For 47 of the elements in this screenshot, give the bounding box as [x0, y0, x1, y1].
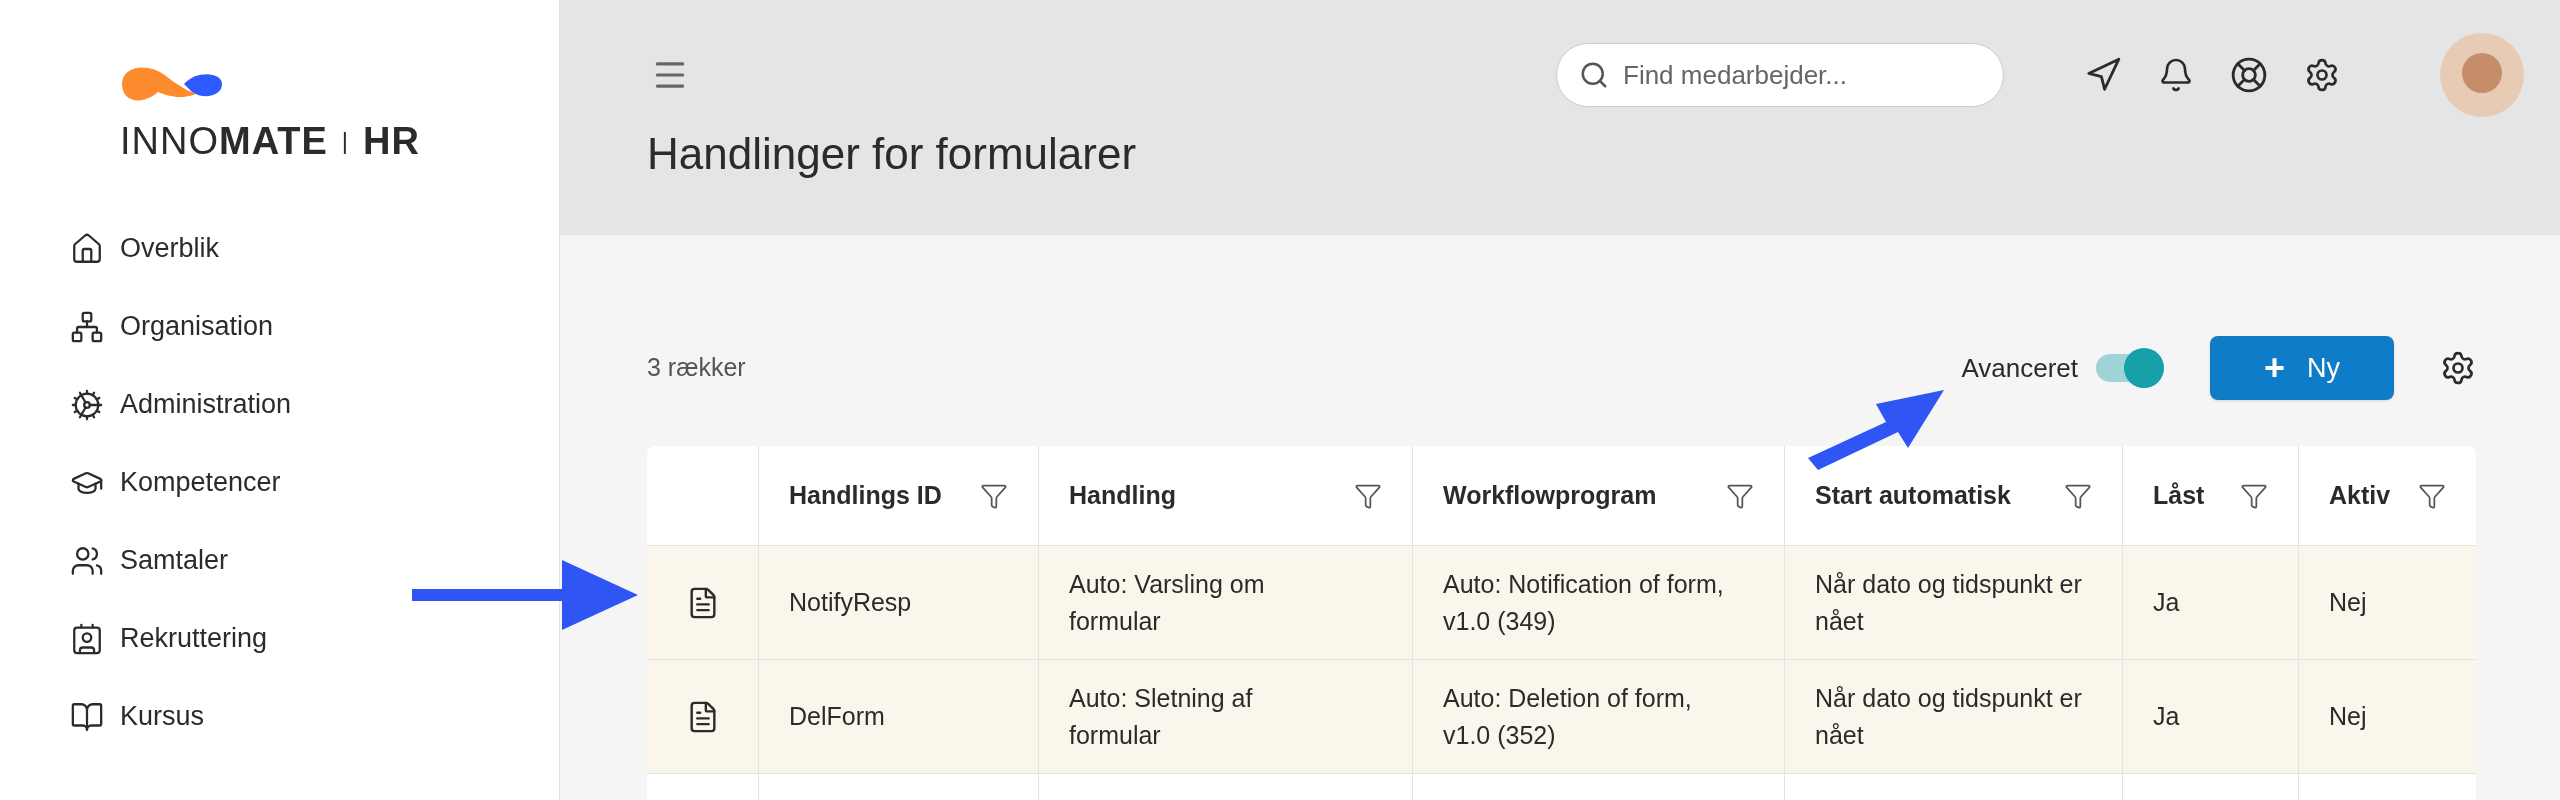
- sidebar-item[interactable]: Organisation: [70, 304, 559, 349]
- table-row[interactable]: NotifyResp Auto: Varsling om formular Auto: Notification of form, v1.0 (349) Når dato og tidspunkt er nået Ja Nej: [647, 546, 2476, 660]
- sidebar-item[interactable]: Overblik: [70, 226, 559, 271]
- column-header[interactable]: Handlings ID: [789, 476, 942, 515]
- column-header[interactable]: Låst: [2153, 476, 2205, 515]
- settings-icon[interactable]: [2440, 350, 2476, 386]
- table-row[interactable]: DelForm Auto: Sletning af formular Auto: Deletion of form, v1.0 (352) Når dato og tidspunkt er nået Ja Nej: [647, 660, 2476, 774]
- toggle-label: Avanceret: [1961, 351, 2078, 385]
- gear-icon: [70, 387, 104, 422]
- table-cell-text: Auto: Sletning af formular: [1069, 682, 1254, 751]
- logo-product: HR: [363, 122, 420, 160]
- table-cell-text: Auto: Varsling om formular: [1069, 568, 1266, 637]
- sidebar-item[interactable]: Kursus: [70, 694, 559, 739]
- table-cell-text: Auto: Notification of form, v1.0 (349): [1443, 568, 1725, 637]
- sidebar-item[interactable]: Samtaler: [70, 538, 559, 583]
- logo-separator: |: [341, 129, 350, 153]
- column-header[interactable]: Workflowprogram: [1443, 476, 1657, 515]
- table-cell-text: Ja: [2153, 701, 2180, 732]
- sidebar-item[interactable]: Rekruttering: [70, 616, 559, 661]
- bell-icon[interactable]: [2158, 57, 2194, 93]
- table-cell-text: Nej: [2329, 587, 2367, 618]
- row-count: 3 rækker: [647, 352, 746, 384]
- table-cell-text: Ja: [2153, 587, 2180, 618]
- settings-icon[interactable]: [2304, 57, 2340, 93]
- search-field[interactable]: Find medarbejder...: [1623, 55, 1981, 95]
- search-box[interactable]: Find medarbejder...: [1556, 43, 2004, 107]
- table-cell-text: Nej: [2329, 701, 2367, 732]
- location-arrow-icon[interactable]: [2084, 56, 2122, 94]
- column-header[interactable]: Aktiv: [2329, 476, 2391, 515]
- column-header[interactable]: Handling: [1069, 476, 1176, 515]
- hierarchy-icon: [70, 309, 104, 344]
- sidebar-item[interactable]: Administration: [70, 382, 559, 427]
- lifebuoy-icon[interactable]: [2230, 56, 2268, 94]
- id-card-icon: [70, 621, 104, 656]
- logo-text: INNO: [120, 122, 219, 160]
- table-cell-text: DelForm: [789, 701, 885, 732]
- table-cell-text: Når dato og tidspunkt er nået: [1815, 568, 2083, 637]
- table-cell-text: NotifyResp: [789, 587, 912, 618]
- table-cell-text: Når dato og tidspunkt er nået: [1815, 682, 2083, 751]
- sidebar-item[interactable]: Kompetencer: [70, 460, 559, 505]
- logo-text: MATE: [219, 122, 328, 160]
- search-icon: [1579, 60, 1609, 90]
- house-icon: [70, 231, 104, 266]
- column-header[interactable]: Start automatisk: [1815, 476, 2011, 515]
- new-button[interactable]: + Ny: [2210, 336, 2394, 400]
- table-cell-text: Auto: Deletion of form, v1.0 (352): [1443, 682, 1693, 751]
- page-title: Handlinger for formularer: [647, 132, 1138, 176]
